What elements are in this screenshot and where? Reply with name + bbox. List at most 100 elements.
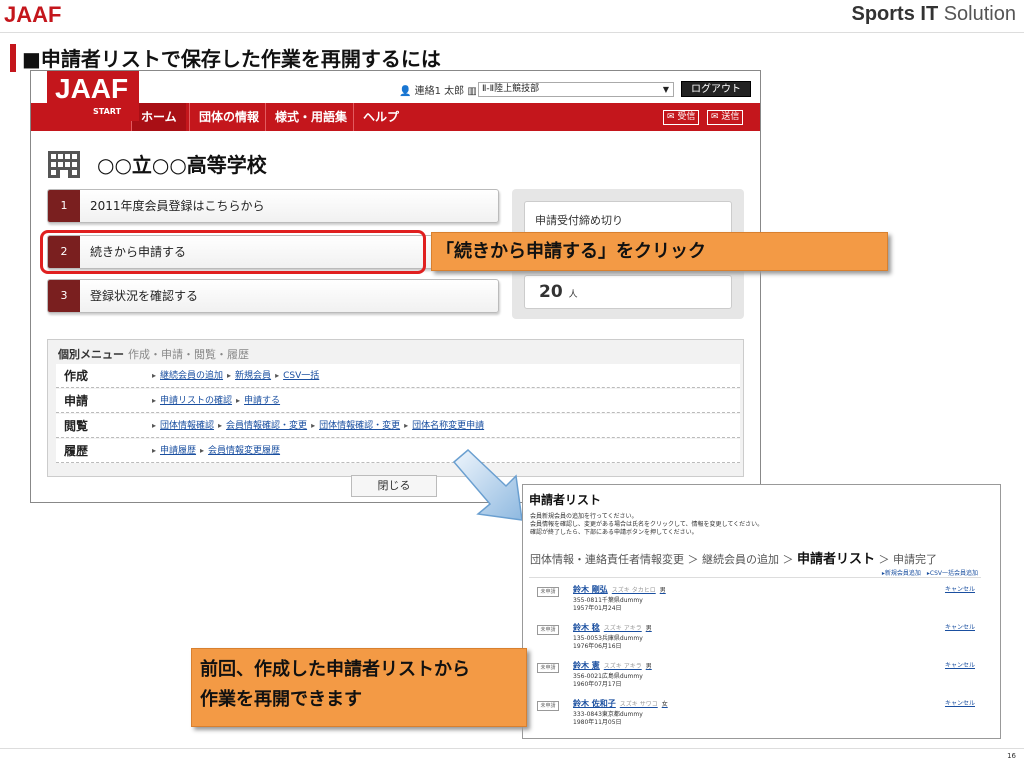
name-text: 鈴木 佐和子 xyxy=(573,699,616,708)
link-add-continuing[interactable]: 継続会員の追加 xyxy=(160,371,223,381)
name-text: 鈴木 剛弘 xyxy=(573,585,608,594)
sex: 男 xyxy=(659,587,666,594)
link-check-list[interactable]: 申請リストの確認 xyxy=(160,396,232,406)
cancel-link[interactable]: キャンセル xyxy=(945,698,975,707)
applicant-name[interactable]: 鈴木 稔スズキ アキラ男 xyxy=(573,622,652,633)
menu-title: 個別メニュー 作成・申請・閲覧・履歴 xyxy=(58,346,249,362)
app-logo-box[interactable]: JAAF START xyxy=(47,71,139,121)
logout-button[interactable]: ログアウト xyxy=(681,81,751,97)
close-button[interactable]: 閉じる xyxy=(351,475,437,497)
name-kana: スズキ タカヒロ xyxy=(611,587,656,594)
list-item: 未申請 鈴木 稔スズキ アキラ男 135-0053兵庫県dummy 1976年0… xyxy=(537,622,981,662)
breadcrumb-next: ＞ 申請完了 xyxy=(875,553,938,566)
building-icon xyxy=(48,151,80,178)
link-org-info-change[interactable]: 団体情報確認・変更 xyxy=(319,421,400,431)
menu-row-create: 作成 ▸ 継続会員の追加 ▸ 新規会員 ▸ CSV一括 xyxy=(56,364,740,388)
applicant-name[interactable]: 鈴木 佐和子 スズキ サワコ女 xyxy=(573,698,668,709)
send-button[interactable]: ✉ 送信 xyxy=(707,110,744,125)
brand-rest: Solution xyxy=(938,3,1016,25)
brand-bold: Sports IT xyxy=(851,3,939,25)
sex: 女 xyxy=(661,701,668,708)
user-icon: 👤 xyxy=(399,86,412,97)
list-note: 確認が終了したら、下部にある申請ボタンを押してください。 xyxy=(530,529,698,536)
chevron-down-icon: ▼ xyxy=(662,85,669,94)
menu-links: ▸ 申請履歴 ▸ 会員情報変更履歴 xyxy=(152,446,281,456)
menu-row-heading: 閲覧 xyxy=(64,419,89,433)
deadline-label: 申請受付締め切り xyxy=(535,214,623,227)
applicant-name[interactable]: 鈴木 憲スズキ アキラ男 xyxy=(573,660,652,671)
brand-logo: Sports IT Solution xyxy=(851,3,1016,26)
name-kana: スズキ アキラ xyxy=(603,625,642,632)
org-select-value: Ⅱ-Ⅱ陸上競技部 xyxy=(482,84,540,94)
list-item: 未申請 鈴木 佐和子 スズキ サワコ女 333-0843東京都dummy 1980… xyxy=(537,698,981,738)
cancel-link[interactable]: キャンセル xyxy=(945,622,975,631)
status-badge: 未申請 xyxy=(537,587,559,597)
menu-links: ▸ 団体情報確認 ▸ 会員情報確認・変更 ▸ 団体情報確認・変更 ▸ 団体名称変更申請 xyxy=(152,421,485,431)
menu-row-heading: 作成 xyxy=(64,369,89,383)
link-apply[interactable]: 申請する xyxy=(244,396,280,406)
birth-date: 1957年01月24日 xyxy=(573,605,622,612)
cancel-link[interactable]: キャンセル xyxy=(945,584,975,593)
menu-row-apply: 申請 ▸ 申請リストの確認 ▸ 申請する xyxy=(56,389,740,413)
step-number: 3 xyxy=(48,280,80,312)
count-box: 20 人 xyxy=(524,275,732,309)
deadline-box: 申請受付締め切り xyxy=(524,201,732,235)
list-title: 申請者リスト xyxy=(529,493,602,507)
name-kana: スズキ アキラ xyxy=(603,663,642,670)
step-check-status[interactable]: 3 登録状況を確認する xyxy=(47,279,499,313)
menu-links: ▸ 継続会員の追加 ▸ 新規会員 ▸ CSV一括 xyxy=(152,371,320,381)
nav-home[interactable]: ホーム xyxy=(131,103,186,131)
menu-row-view: 閲覧 ▸ 団体情報確認 ▸ 会員情報確認・変更 ▸ 団体情報確認・変更 ▸ 団体名称変更申請 xyxy=(56,414,740,438)
app-window: ホーム 団体の情報 様式・用語集 ヘルプ ✉ 受信 ✉ 送信 JAAF STAR… xyxy=(30,70,761,503)
link-new-member[interactable]: 新規会員 xyxy=(235,371,271,381)
menu-row-heading: 履歴 xyxy=(64,444,89,458)
app-logo: JAAF xyxy=(55,73,129,104)
applicant-name[interactable]: 鈴木 剛弘 スズキ タカヒロ男 xyxy=(573,584,666,595)
nav-forms[interactable]: 様式・用語集 xyxy=(265,103,356,131)
breadcrumb: 団体情報・連絡責任者情報変更 ＞ 継続会員の追加 ＞ 申請者リスト ＞ 申請完了 xyxy=(530,548,937,567)
cancel-link[interactable]: キャンセル xyxy=(945,660,975,669)
name-text: 鈴木 憲 xyxy=(573,661,600,670)
user-info: 👤 連絡1 太郎 ▥ xyxy=(399,82,477,97)
title-accent xyxy=(10,44,16,72)
count-unit: 人 xyxy=(568,290,578,300)
resume-info-callout: 前回、作成した申請者リストから 作業を再開できます xyxy=(191,648,527,727)
app-nav: ホーム 団体の情報 様式・用語集 ヘルプ ✉ 受信 ✉ 送信 xyxy=(31,103,760,131)
menu-title-text: 個別メニュー xyxy=(58,348,124,361)
list-item: 未申請 鈴木 剛弘 スズキ タカヒロ男 355-0811千葉県dummy 1957… xyxy=(537,584,981,624)
menu-links: ▸ 申請リストの確認 ▸ 申請する xyxy=(152,396,281,406)
receive-button[interactable]: ✉ 受信 xyxy=(663,110,700,125)
header-divider xyxy=(0,32,1024,33)
menu-subtitle: 作成・申請・閲覧・履歴 xyxy=(128,348,249,361)
list-add-links[interactable]: ▸新規会員追加 ▸CSV一括会員追加 xyxy=(882,568,978,577)
member-count: 20 人 xyxy=(539,282,578,302)
link-csv-bulk[interactable]: CSV一括 xyxy=(283,371,319,381)
link-org-info[interactable]: 団体情報確認 xyxy=(160,421,214,431)
user-name: 連絡1 太郎 xyxy=(414,86,465,97)
link-apply-history[interactable]: 申請履歴 xyxy=(160,446,196,456)
nav-org-info[interactable]: 団体の情報 xyxy=(189,103,268,131)
link-member-change-history[interactable]: 会員情報変更履歴 xyxy=(208,446,280,456)
click-instruction-callout: 「続きから申請する」をクリック xyxy=(431,232,888,271)
birth-date: 1980年11月05日 xyxy=(573,719,622,726)
org-icon: ▥ xyxy=(467,86,477,97)
callout-line: 前回、作成した申請者リストから xyxy=(200,659,470,680)
app-logo-sub: START xyxy=(93,107,122,116)
count-number: 20 xyxy=(539,282,563,302)
individual-menu: 個別メニュー 作成・申請・閲覧・履歴 作成 ▸ 継続会員の追加 ▸ 新規会員 ▸ CSV一括… xyxy=(47,339,744,477)
nav-help[interactable]: ヘルプ xyxy=(353,103,408,131)
step-register[interactable]: 1 2011年度会員登録はこちらから xyxy=(47,189,499,223)
link-org-rename[interactable]: 団体名称変更申請 xyxy=(412,421,484,431)
applicant-list-window: 申請者リスト 会員新規会員の追加を行ってください。 会員情報を確認し、変更がある… xyxy=(522,484,1001,739)
send-label: 送信 xyxy=(721,112,740,122)
link-member-info[interactable]: 会員情報確認・変更 xyxy=(226,421,307,431)
step-label: 2011年度会員登録はこちらから xyxy=(90,199,265,213)
sex: 男 xyxy=(645,625,652,632)
birth-date: 1960年07月17日 xyxy=(573,681,622,688)
callout-line: 作業を再開できます xyxy=(200,689,362,710)
menu-row-history: 履歴 ▸ 申請履歴 ▸ 会員情報変更履歴 xyxy=(56,439,740,463)
school-name: ○○立○○高等学校 xyxy=(97,153,267,177)
step-number: 1 xyxy=(48,190,80,222)
org-select[interactable]: Ⅱ-Ⅱ陸上競技部 ▼ xyxy=(478,82,674,97)
slide-logo: JAAF xyxy=(4,2,62,27)
